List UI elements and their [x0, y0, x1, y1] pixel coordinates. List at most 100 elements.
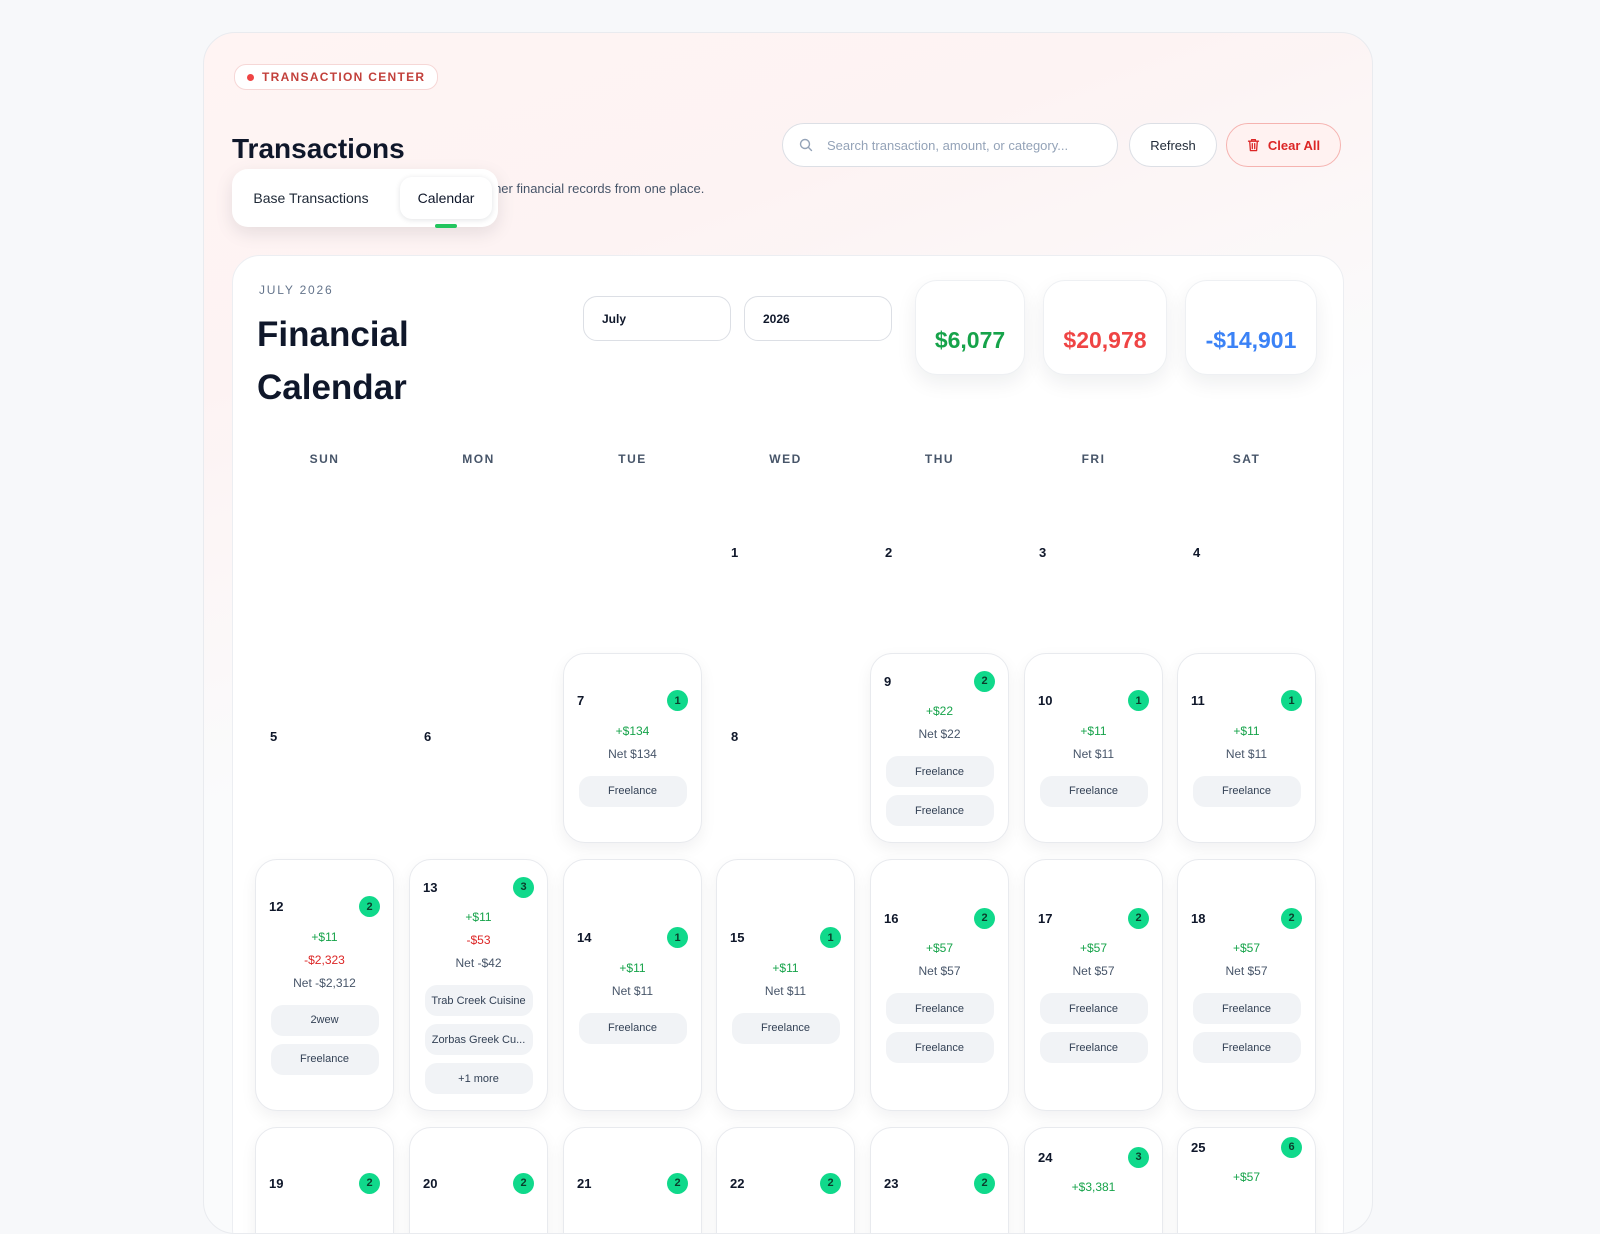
- transaction-count-badge: 1: [1128, 690, 1149, 711]
- day-cell-header: 20 2: [423, 1172, 534, 1194]
- day-5[interactable]: 5: [270, 729, 277, 744]
- badge-label: TRANSACTION CENTER: [262, 70, 426, 84]
- net-total: -$14,901: [1185, 280, 1317, 375]
- day-cell-header: 15 1: [730, 927, 841, 949]
- transaction-count-badge: 3: [513, 876, 534, 898]
- category-tag: Freelance: [885, 993, 994, 1024]
- day-4[interactable]: 4: [1193, 545, 1200, 560]
- day-3[interactable]: 3: [1039, 545, 1046, 560]
- day-cell-header: 71: [577, 690, 688, 712]
- transaction-count-badge: 2: [974, 907, 995, 929]
- category-tag: Freelance: [578, 775, 687, 807]
- day-cell-22[interactable]: 22 2: [716, 1127, 855, 1233]
- search-box[interactable]: [782, 123, 1118, 167]
- day-cell-13[interactable]: 13 3 +$11 -$53 Net -$42 Trab Creek Cuisin…: [409, 859, 548, 1111]
- income-amount: +$11: [1080, 723, 1107, 738]
- day-cell-23[interactable]: 23 2: [870, 1127, 1009, 1233]
- day-cell-10[interactable]: 10 1 +$11 Net $11 Freelance: [1024, 653, 1163, 843]
- status-dot: [247, 73, 254, 81]
- year-select[interactable]: 2026: [744, 296, 892, 341]
- day-number: 10: [1038, 693, 1053, 708]
- day-cell-header: 16 2: [884, 907, 995, 929]
- transaction-count-badge: 1: [1281, 690, 1302, 711]
- view-tabs: Base Transactions Calendar: [232, 169, 498, 228]
- day-8[interactable]: 8: [731, 729, 738, 744]
- expense-amount: -$2,323: [304, 952, 345, 967]
- day-cell-9[interactable]: 92 +$22 Net $22 Freelance Freelance: [870, 653, 1009, 843]
- day-6[interactable]: 6: [424, 729, 431, 744]
- income-amount: +$134: [615, 723, 650, 738]
- category-tag: Freelance: [1039, 993, 1148, 1024]
- net-amount: Net $22: [918, 727, 961, 741]
- weekday-sun: SUN: [309, 452, 340, 466]
- category-tag: Freelance: [1192, 775, 1301, 807]
- day-cell-header: 22 2: [730, 1172, 841, 1194]
- category-tag: Freelance: [1192, 1032, 1301, 1063]
- month-select[interactable]: July: [583, 296, 731, 341]
- day-cell-header: 11 1: [1191, 690, 1302, 712]
- clear-all-button[interactable]: Clear All: [1226, 123, 1341, 167]
- day-cell-19[interactable]: 19 2: [255, 1127, 394, 1233]
- calendar-period-label: JULY 2026: [259, 283, 334, 297]
- transaction-count-badge: 1: [667, 927, 688, 948]
- net-amount: Net $11: [764, 983, 807, 998]
- weekday-mon: MON: [462, 452, 495, 466]
- category-tag: Trab Creek Cuisine: [424, 985, 533, 1016]
- weekday-fri: FRI: [1081, 452, 1106, 466]
- day-cell-17[interactable]: 17 2 +$57 Net $57 Freelance Freelance: [1024, 859, 1163, 1111]
- net-amount: Net $57: [918, 964, 961, 978]
- day-cell-11[interactable]: 11 1 +$11 Net $11 Freelance: [1177, 653, 1316, 843]
- transaction-count-badge: 2: [820, 1172, 841, 1194]
- tab-base-transactions[interactable]: Base Transactions: [240, 177, 382, 219]
- transaction-count-badge: 2: [513, 1172, 534, 1194]
- transaction-count-badge: 2: [974, 1172, 995, 1194]
- day-1[interactable]: 1: [731, 545, 738, 560]
- net-amount: Net $134: [608, 746, 657, 761]
- day-cell-7[interactable]: 71 +$134 Net $134 Freelance: [563, 653, 702, 843]
- more-tag[interactable]: +1 more: [424, 1063, 533, 1094]
- weekday-wed: WED: [769, 452, 802, 466]
- net-amount: Net $11: [1225, 746, 1268, 761]
- weekday-sat: SAT: [1232, 452, 1261, 466]
- day-cell-15[interactable]: 15 1 +$11 Net $11 Freelance: [716, 859, 855, 1111]
- day-cell-16[interactable]: 16 2 +$57 Net $57 Freelance Freelance: [870, 859, 1009, 1111]
- day-cell-header: 92: [884, 670, 995, 692]
- income-amount: +$57: [1079, 941, 1108, 955]
- day-number: 22: [730, 1175, 745, 1191]
- day-number: 21: [577, 1175, 592, 1191]
- category-tag: Freelance: [731, 1012, 840, 1044]
- income-amount: +$57: [1232, 1170, 1261, 1184]
- day-cell-24[interactable]: 24 3 +$3,381: [1024, 1127, 1163, 1233]
- net-amount: Net -$42: [455, 956, 502, 970]
- day-number: 7: [577, 693, 585, 708]
- day-cell-20[interactable]: 20 2: [409, 1127, 548, 1233]
- day-cell-25[interactable]: 25 6 +$57: [1177, 1127, 1316, 1233]
- calendar-title: Financial Calendar: [257, 315, 409, 407]
- day-cell-12[interactable]: 12 2 +$11 -$2,323 Net -$2,312 2wew Freela…: [255, 859, 394, 1111]
- net-amount: Net $57: [1225, 964, 1268, 978]
- day-number: 14: [577, 930, 592, 945]
- day-number: 25: [1191, 1139, 1206, 1155]
- search-input[interactable]: [825, 136, 1109, 154]
- tab-calendar[interactable]: Calendar: [400, 177, 492, 219]
- category-tag: Freelance: [885, 795, 994, 826]
- section-badge: TRANSACTION CENTER: [234, 64, 439, 90]
- transaction-count-badge: 2: [1128, 907, 1149, 929]
- day-number: 23: [884, 1175, 899, 1191]
- income-amount: +$11: [619, 960, 646, 975]
- page-title: Transactions: [232, 133, 405, 164]
- day-cell-21[interactable]: 21 2: [563, 1127, 702, 1233]
- day-cell-header: 24 3: [1038, 1146, 1149, 1168]
- day-2[interactable]: 2: [885, 545, 892, 560]
- category-tag: Freelance: [885, 1032, 994, 1063]
- category-tag: Freelance: [1192, 993, 1301, 1024]
- day-number: 19: [269, 1175, 284, 1191]
- day-cell-18[interactable]: 18 2 +$57 Net $57 Freelance Freelance: [1177, 859, 1316, 1111]
- day-cell-header: 18 2: [1191, 907, 1302, 929]
- refresh-button[interactable]: Refresh: [1129, 123, 1217, 167]
- transaction-count-badge: 6: [1281, 1136, 1302, 1158]
- category-tag: Freelance: [885, 756, 994, 787]
- day-cell-header: 13 3: [423, 876, 534, 898]
- transaction-count-badge: 1: [667, 690, 688, 711]
- day-cell-14[interactable]: 14 1 +$11 Net $11 Freelance: [563, 859, 702, 1111]
